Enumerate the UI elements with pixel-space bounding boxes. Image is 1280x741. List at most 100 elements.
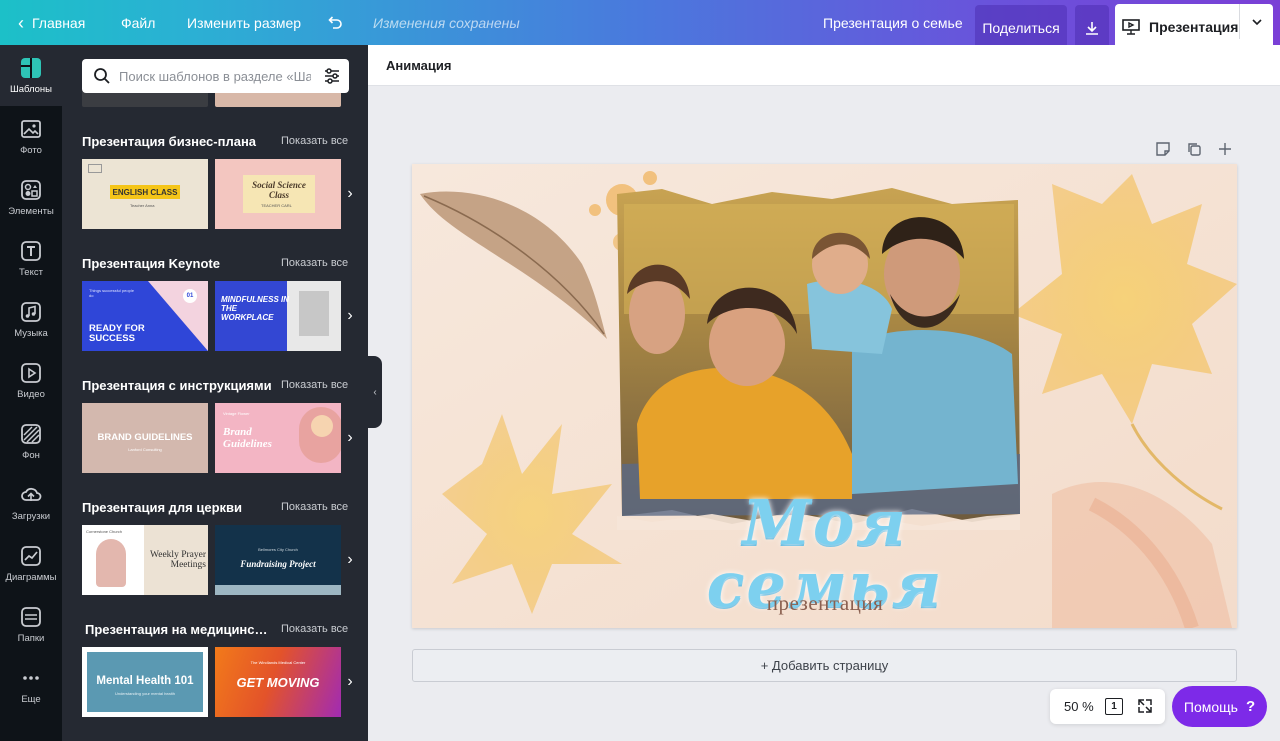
note-button[interactable]	[1153, 139, 1173, 159]
rail-item-charts[interactable]: Диаграммы	[0, 533, 62, 594]
scroll-right-button[interactable]: ›	[339, 525, 361, 595]
video-icon	[21, 362, 41, 383]
slide-canvas[interactable]: Моя семья презентация	[412, 164, 1237, 628]
template-thumbnail[interactable]: Brand Guidelines Vintage Flower	[215, 403, 341, 473]
undo-button[interactable]	[326, 0, 344, 45]
help-button[interactable]: Помощь ?	[1172, 686, 1267, 727]
undo-icon	[328, 15, 342, 29]
charts-icon	[21, 545, 41, 566]
present-label: Презентация	[1149, 18, 1239, 35]
rail-item-folders[interactable]: Папки	[0, 594, 62, 655]
more-icon	[23, 675, 39, 680]
rail-label: Элементы	[8, 205, 54, 217]
thumb-title: BRAND GUIDELINES	[97, 432, 193, 443]
thumb-title: ENGLISH CLASS	[110, 185, 180, 199]
section-title: Презентация на медицинскую тему	[85, 622, 273, 637]
rail-item-photos[interactable]: Фото	[0, 106, 62, 167]
background-icon	[21, 423, 41, 444]
thumb-title: GET MOVING	[236, 675, 320, 690]
thumb-title: Fundraising Project	[240, 559, 316, 569]
collapse-panel-button[interactable]: ‹	[368, 356, 382, 428]
rail-label: Текст	[19, 266, 43, 278]
template-search[interactable]	[82, 59, 349, 93]
thumb-subtitle: Lanford Consulting	[128, 447, 162, 452]
add-page-icon-button[interactable]	[1215, 139, 1235, 159]
download-button[interactable]	[1075, 5, 1109, 50]
document-title[interactable]: Презентация о семье	[823, 0, 963, 45]
show-all-link[interactable]: Показать все	[281, 623, 348, 635]
chevron-left-icon: ‹	[18, 12, 24, 33]
note-icon	[1156, 142, 1170, 156]
template-thumbnail[interactable]: Social Science Class TEACHER CARL	[215, 159, 341, 229]
rail-item-elements[interactable]: Элементы	[0, 167, 62, 228]
rail-label: Папки	[17, 632, 45, 644]
template-thumbnail[interactable]: BRAND GUIDELINES Lanford Consulting	[82, 403, 208, 473]
rail-item-uploads[interactable]: Загрузки	[0, 472, 62, 533]
search-input[interactable]	[119, 68, 311, 84]
home-button[interactable]: ‹ Главная	[18, 0, 85, 45]
show-all-link[interactable]: Показать все	[281, 379, 348, 391]
plus-icon	[1219, 143, 1231, 155]
template-thumbnail[interactable]: ENGLISH CLASS Teacher Anna	[82, 159, 208, 229]
chevron-left-icon: ‹	[373, 386, 377, 398]
scroll-right-button[interactable]: ›	[339, 281, 361, 351]
rail-item-video[interactable]: Видео	[0, 350, 62, 411]
thumb-subtitle: Cornerstone Church	[86, 529, 123, 534]
question-icon: ?	[1245, 698, 1256, 715]
upload-icon	[21, 487, 42, 501]
template-thumbnail[interactable]: Fundraising Project Bellmores City Churc…	[215, 525, 341, 595]
share-button[interactable]: Поделиться	[975, 5, 1067, 50]
rail-label: Еще	[21, 693, 41, 705]
folder-icon	[21, 606, 41, 627]
thumb-title: Weekly Prayer Meetings	[150, 550, 206, 570]
slide-subtitle[interactable]: презентация	[640, 591, 1010, 616]
filter-icon[interactable]	[323, 67, 341, 85]
chevron-down-icon	[1251, 18, 1262, 25]
rail-label: Загрузки	[11, 510, 51, 522]
template-thumbnail[interactable]: MINDFULNESS IN THE WORKPLACE	[215, 281, 341, 351]
rail-item-templates[interactable]: Шаблоны	[0, 45, 62, 106]
thumb-subtitle: Bellmores City Church	[258, 547, 298, 552]
add-page-button[interactable]: + Добавить страницу	[412, 649, 1237, 682]
template-thumbnail[interactable]: Weekly Prayer Meetings Cornerstone Churc…	[82, 525, 208, 595]
page-grid-button[interactable]: 1	[1105, 698, 1123, 715]
template-thumbnail[interactable]: Mental Health 101 Understanding your men…	[82, 647, 208, 717]
show-all-link[interactable]: Показать все	[281, 501, 348, 513]
present-options-button[interactable]	[1239, 4, 1273, 39]
thumb-title: Mental Health 101	[96, 675, 194, 687]
file-menu-button[interactable]: Файл	[121, 0, 155, 45]
template-thumbnail[interactable]: GET MOVING The Windlands Medical Center	[215, 647, 341, 717]
fullscreen-icon[interactable]	[1136, 697, 1154, 715]
help-label: Помощь	[1183, 698, 1238, 715]
template-thumbnail[interactable]: READY FOR SUCCESS Things successful peop…	[82, 281, 208, 351]
zoom-controls: 50 % 1	[1050, 689, 1165, 724]
duplicate-icon	[1188, 143, 1201, 156]
templates-icon	[21, 57, 41, 78]
present-button[interactable]: Презентация	[1115, 4, 1273, 49]
text-icon	[21, 240, 41, 261]
show-all-link[interactable]: Показать все	[281, 257, 348, 269]
thumb-title: Brand Guidelines	[223, 426, 272, 450]
top-bar: ‹ Главная Файл Изменить размер Изменения…	[0, 0, 1280, 50]
duplicate-page-button[interactable]	[1184, 139, 1204, 159]
rail-item-background[interactable]: Фон	[0, 411, 62, 472]
rail-label: Фото	[20, 144, 42, 156]
show-all-link[interactable]: Показать все	[281, 135, 348, 147]
animation-button[interactable]: Анимация	[386, 58, 451, 73]
scroll-right-button[interactable]: ›	[339, 403, 361, 473]
resize-button[interactable]: Изменить размер	[187, 0, 301, 45]
search-icon	[94, 68, 110, 84]
section-title: Презентация Keynote	[82, 256, 220, 271]
scroll-right-button[interactable]: ›	[339, 159, 361, 229]
thumb-title: MINDFULNESS IN THE WORKPLACE	[221, 295, 289, 323]
zoom-level[interactable]: 50 %	[1064, 699, 1094, 714]
section-title: Презентация бизнес-плана	[82, 134, 257, 149]
rail-item-text[interactable]: Текст	[0, 228, 62, 289]
left-rail: Шаблоны Фото Элементы Текст Музыка Видео…	[0, 45, 62, 741]
rail-item-music[interactable]: Музыка	[0, 289, 62, 350]
thumb-subtitle: The Windlands Medical Center	[250, 660, 306, 665]
scroll-right-button[interactable]: ›	[339, 647, 361, 717]
rail-item-more[interactable]: Еще	[0, 655, 62, 716]
home-label: Главная	[32, 14, 86, 31]
thumb-subtitle: Things successful people do	[89, 288, 134, 298]
